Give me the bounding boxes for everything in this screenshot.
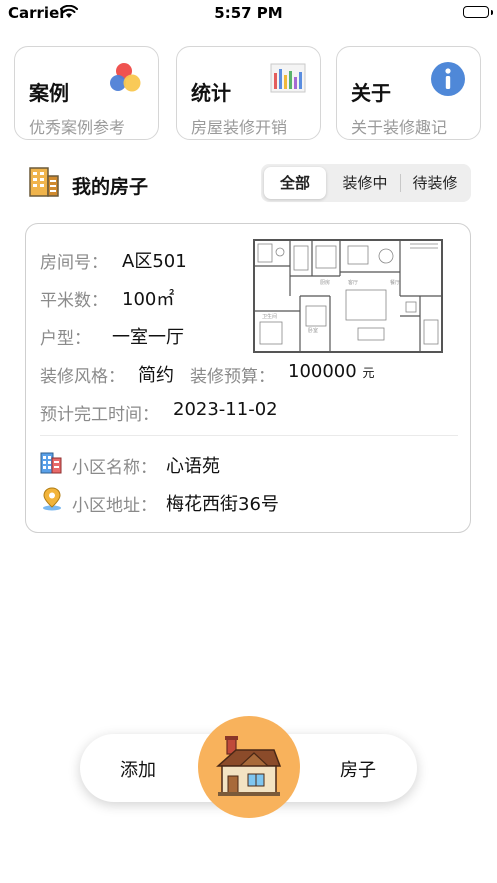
- floorplan-image: 厨房 客厅 餐厅 卧室 卫生间: [250, 236, 446, 358]
- community-label: 小区名称：: [72, 458, 157, 478]
- home-center-button[interactable]: [198, 716, 300, 818]
- community-value: 心语苑: [166, 456, 220, 477]
- section-title: 我的房子: [72, 176, 149, 198]
- stats-card[interactable]: 统计 房屋装修开销: [176, 46, 321, 140]
- battery-icon: [463, 6, 489, 18]
- about-card-title: 关于: [351, 81, 391, 105]
- info-icon: [430, 61, 466, 97]
- room-value: A区501: [122, 251, 187, 272]
- budget-unit: 元: [362, 366, 375, 380]
- about-card[interactable]: 关于 关于装修趣记: [336, 46, 481, 140]
- about-card-subtitle: 关于装修趣记: [351, 118, 448, 137]
- divider: [40, 435, 458, 436]
- house-icon: [216, 736, 282, 796]
- bar-chart-icon: [270, 61, 306, 97]
- my-houses-header: 我的房子 全部 装修中 待装修: [28, 164, 471, 204]
- budget-value: 100000 元: [288, 361, 375, 382]
- address-label: 小区地址：: [72, 496, 157, 516]
- tab-renovating[interactable]: 装修中: [331, 167, 399, 199]
- houses-tab[interactable]: 房子: [340, 756, 376, 782]
- style-label: 装修风格：: [40, 367, 125, 387]
- style-value: 简约: [138, 365, 174, 386]
- finish-date-value: 2023-11-02: [173, 399, 278, 420]
- area-label: 平米数：: [40, 291, 108, 311]
- budget-label: 装修预算：: [190, 367, 275, 387]
- case-card-subtitle: 优秀案例参考: [29, 118, 126, 137]
- area-value: 100㎡: [122, 289, 175, 310]
- building-icon: [28, 166, 60, 198]
- house-card[interactable]: 房间号： A区501 平米数： 100㎡ 户型： 一室一厅 装修风格： 简约 装…: [25, 223, 471, 533]
- finish-date-label: 预计完工时间：: [40, 405, 159, 425]
- svg-text:卧室: 卧室: [308, 327, 318, 334]
- tab-all[interactable]: 全部: [264, 167, 326, 199]
- stats-card-title: 统计: [191, 81, 231, 105]
- stats-card-subtitle: 房屋装修开销: [191, 118, 288, 137]
- case-card-title: 案例: [29, 81, 69, 105]
- type-label: 户型：: [40, 329, 91, 349]
- case-card[interactable]: 案例 优秀案例参考: [14, 46, 159, 140]
- add-tab[interactable]: 添加: [120, 756, 156, 782]
- location-pin-icon: [41, 487, 63, 511]
- type-value: 一室一厅: [112, 327, 184, 348]
- svg-text:客厅: 客厅: [348, 279, 358, 286]
- clock: 5:57 PM: [214, 4, 283, 22]
- svg-text:卫生间: 卫生间: [262, 313, 277, 320]
- address-value: 梅花西街36号: [166, 494, 279, 515]
- community-icon: [40, 450, 62, 474]
- room-label: 房间号：: [40, 253, 108, 273]
- feature-cards: 案例 优秀案例参考 统计 房屋装修开销 关于 关于装修趣记: [14, 46, 485, 140]
- svg-text:餐厅: 餐厅: [390, 279, 400, 286]
- tab-pending[interactable]: 待装修: [401, 167, 469, 199]
- svg-text:厨房: 厨房: [320, 279, 330, 286]
- status-filter: 全部 装修中 待装修: [261, 164, 471, 202]
- colored-circles-icon: [108, 61, 144, 97]
- status-bar: Carrier 5:57 PM: [0, 0, 497, 28]
